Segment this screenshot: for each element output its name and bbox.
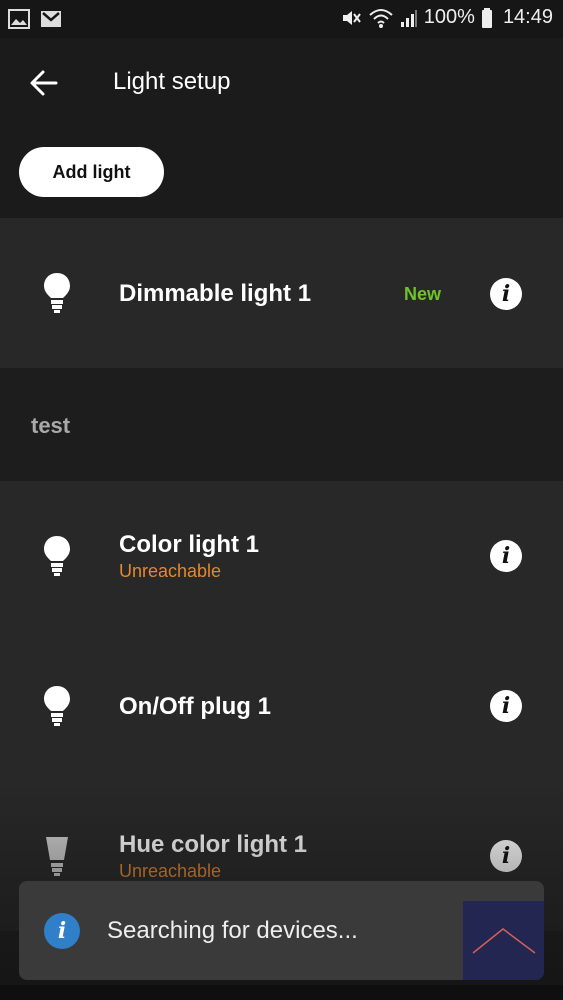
battery-icon [481,7,492,28]
light-status: Unreachable [119,561,222,581]
bulb-icon [46,837,68,876]
collapse-chevron-icon[interactable] [463,901,544,980]
bulb-icon [44,536,70,576]
image-icon [8,9,30,29]
light-name: Hue color light 1 [119,831,308,858]
gmail-icon [41,11,61,27]
info-icon[interactable]: i [490,840,522,872]
clock: 14:49 [502,6,553,28]
new-badge: New [404,284,442,304]
light-name: Dimmable light 1 [119,280,312,307]
add-light-button[interactable]: Add light [19,147,164,197]
battery-percent: 100% [423,6,475,28]
group-title: test [31,413,71,438]
bulb-icon [44,686,70,726]
light-status: Unreachable [119,861,222,881]
light-row-color-light-1[interactable]: Color light 1 Unreachable i [0,481,563,631]
bottom-strip [0,985,563,1000]
toolbar: Add light [0,128,563,218]
page-title: Light setup [113,68,231,95]
bulb-icon [44,273,70,313]
snackbar-text: Searching for devices... [107,917,358,944]
status-bar: 100% 14:49 [0,0,563,38]
mute-icon [342,10,361,25]
light-name: On/Off plug 1 [119,693,271,720]
signal-icon [400,9,417,27]
light-name: Color light 1 [119,531,259,558]
light-row-dimmable-light-1[interactable]: Dimmable light 1 New i [0,218,563,368]
info-icon: i [44,913,80,949]
app-header: Light setup [0,38,563,128]
arrow-left-icon[interactable] [28,68,60,98]
info-icon[interactable]: i [490,540,522,572]
light-row-on-off-plug-1[interactable]: On/Off plug 1 i [0,631,563,781]
wifi-icon [369,8,393,28]
group-header: test [0,368,563,481]
searching-snackbar: i Searching for devices... [19,881,544,980]
info-icon[interactable]: i [490,690,522,722]
info-icon[interactable]: i [490,278,522,310]
